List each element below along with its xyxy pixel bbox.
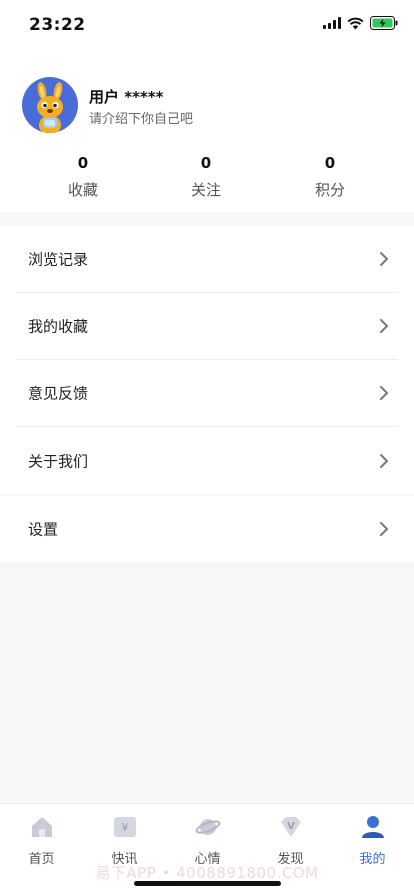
menu-item-label: 意见反馈 bbox=[28, 384, 89, 403]
menu-group-main: 浏览记录 我的收藏 意见反馈 关于我们 bbox=[0, 226, 414, 494]
menu-item-label: 我的收藏 bbox=[28, 317, 89, 336]
watermark-text: 易下APP • 4008891800.COM bbox=[95, 864, 319, 882]
status-icons bbox=[323, 16, 398, 30]
wifi-icon bbox=[347, 17, 364, 29]
menu-item-feedback[interactable]: 意见反馈 bbox=[16, 360, 398, 427]
profile-intro[interactable]: 请介绍下你自己吧 bbox=[89, 108, 193, 127]
home-icon bbox=[31, 817, 52, 837]
username: 用户 ***** bbox=[89, 88, 164, 106]
menu-item-settings[interactable]: 设置 bbox=[16, 496, 398, 562]
tab-discover[interactable]: V 发现 bbox=[249, 814, 332, 867]
chevron-right-icon bbox=[380, 453, 388, 468]
stat-value: 0 bbox=[324, 154, 336, 172]
news-icon: ¥ bbox=[113, 817, 136, 837]
kangaroo-avatar-icon bbox=[37, 82, 63, 133]
tab-home[interactable]: 首页 bbox=[0, 814, 83, 867]
menu-item-browsing-history[interactable]: 浏览记录 bbox=[16, 226, 398, 293]
chevron-right-icon bbox=[380, 522, 388, 536]
status-bar: 23:22 bbox=[0, 0, 414, 50]
stat-label: 关注 bbox=[190, 181, 221, 199]
planet-icon bbox=[195, 819, 220, 835]
svg-text:V: V bbox=[287, 821, 295, 832]
chevron-right-icon bbox=[380, 252, 388, 266]
stat-value: 0 bbox=[77, 154, 89, 172]
stat-value: 0 bbox=[200, 154, 212, 172]
home-indicator[interactable] bbox=[134, 881, 281, 886]
menu-group-settings: 设置 bbox=[0, 496, 414, 562]
discover-icon: V bbox=[280, 817, 301, 837]
svg-text:¥: ¥ bbox=[121, 821, 128, 834]
status-time: 23:22 bbox=[29, 15, 86, 35]
tab-mood[interactable]: 心情 bbox=[166, 814, 249, 867]
menu-item-label: 关于我们 bbox=[28, 452, 89, 470]
stat-following[interactable]: 0 关注 bbox=[166, 152, 246, 200]
chevron-right-icon bbox=[380, 386, 388, 400]
stat-favorites[interactable]: 0 收藏 bbox=[43, 152, 123, 200]
stat-label: 收藏 bbox=[67, 181, 98, 199]
menu-item-label: 浏览记录 bbox=[28, 250, 89, 269]
chevron-right-icon bbox=[380, 319, 388, 333]
stat-points[interactable]: 0 积分 bbox=[290, 152, 370, 200]
tab-mine[interactable]: 我的 bbox=[331, 814, 414, 867]
menu-item-my-favorites[interactable]: 我的收藏 bbox=[16, 293, 398, 360]
menu-item-label: 设置 bbox=[28, 520, 59, 539]
cellular-signal-icon bbox=[323, 17, 341, 29]
tab-news[interactable]: ¥ 快讯 bbox=[83, 814, 166, 867]
menu-item-about-us[interactable]: 关于我们 bbox=[16, 427, 398, 494]
stats-row: 0 收藏 0 关注 0 积分 bbox=[0, 152, 414, 202]
profile-icon bbox=[361, 816, 384, 838]
battery-charging-icon bbox=[370, 16, 398, 30]
avatar[interactable] bbox=[22, 77, 78, 133]
stat-label: 积分 bbox=[314, 181, 345, 199]
